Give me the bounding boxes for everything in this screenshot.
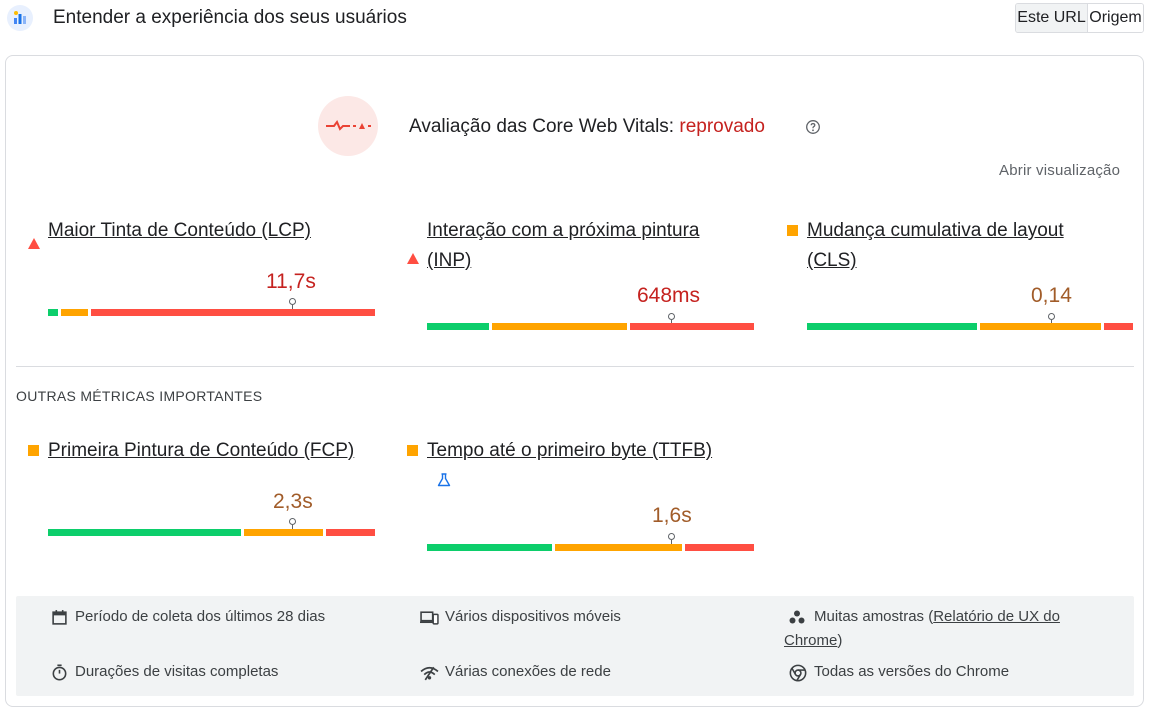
metric-cls-distribution-bar bbox=[807, 323, 1133, 330]
distribution-segment-ni bbox=[554, 544, 683, 551]
metric-fcp-value: 2,3s bbox=[273, 490, 313, 513]
metric-ttfb-link[interactable]: Tempo até o primeiro byte (TTFB) bbox=[427, 436, 712, 466]
distribution-segment-good bbox=[48, 529, 242, 536]
metric-lcp-link[interactable]: Maior Tinta de Conteúdo (LCP) bbox=[48, 216, 311, 246]
metric-cls: Mudança cumulativa de layout (CLS) 0,14 bbox=[807, 216, 1137, 336]
origin-button[interactable]: Origem bbox=[1088, 4, 1143, 32]
other-metrics-title: OUTRAS MÉTRICAS IMPORTANTES bbox=[16, 388, 263, 404]
page-header: Entender a experiência dos seus usuários… bbox=[0, 0, 1149, 40]
footer-collection-period: Período de coleta dos últimos 28 dias bbox=[51, 605, 381, 629]
distribution-segment-good bbox=[807, 323, 977, 330]
footer-chrome-versions: Todas as versões do Chrome bbox=[789, 660, 1119, 684]
metric-fcp-distribution-bar bbox=[48, 529, 375, 536]
crux-logo-icon bbox=[7, 5, 33, 31]
metric-lcp-value: 11,7s bbox=[266, 270, 316, 293]
assessment-status: reprovado bbox=[679, 116, 765, 137]
distribution-segment-ni bbox=[979, 323, 1101, 330]
footer-visit-durations: Durações de visitas completas bbox=[51, 660, 381, 684]
page-title: Entender a experiência dos seus usuários bbox=[53, 7, 407, 28]
triangle-red-icon bbox=[28, 238, 40, 249]
data-summary-footer: Período de coleta dos últimos 28 dias Vá… bbox=[16, 596, 1134, 696]
footer-network: Várias conexões de rede bbox=[420, 660, 750, 684]
help-icon[interactable] bbox=[805, 119, 821, 135]
calendar-icon bbox=[52, 610, 67, 625]
stopwatch-icon bbox=[52, 664, 67, 681]
metric-inp-link[interactable]: Interação com a próxima pintura (INP) bbox=[427, 216, 732, 276]
metric-ttfb: Tempo até o primeiro byte (TTFB) 1,6s bbox=[427, 436, 757, 556]
cwv-card: Avaliação das Core Web Vitals: reprovado… bbox=[5, 55, 1144, 707]
metric-inp-distribution-bar bbox=[427, 323, 754, 330]
metric-fcp-link[interactable]: Primeira Pintura de Conteúdo (FCP) bbox=[48, 436, 354, 466]
distribution-segment-poor bbox=[90, 309, 375, 316]
footer-devices: Vários dispositivos móveis bbox=[420, 605, 750, 629]
distribution-segment-ni bbox=[244, 529, 323, 536]
scope-toggle: Este URL Origem bbox=[1015, 3, 1144, 33]
distribution-segment-good bbox=[48, 309, 59, 316]
metric-cls-link[interactable]: Mudança cumulativa de layout (CLS) bbox=[807, 216, 1107, 276]
square-orange-icon bbox=[407, 445, 418, 456]
metric-inp-value: 648ms bbox=[637, 284, 701, 307]
distribution-segment-poor bbox=[629, 323, 754, 330]
distribution-segment-ni bbox=[492, 323, 627, 330]
distribution-segment-poor bbox=[1103, 323, 1133, 330]
experimental-flask-icon bbox=[436, 472, 452, 488]
distribution-segment-poor bbox=[325, 529, 375, 536]
distribution-segment-ni bbox=[61, 309, 88, 316]
section-divider bbox=[16, 366, 1134, 367]
devices-icon bbox=[420, 611, 439, 625]
distribution-segment-good bbox=[427, 544, 552, 551]
metric-fcp: Primeira Pintura de Conteúdo (FCP) 2,3s bbox=[48, 436, 378, 546]
metric-cls-value: 0,14 bbox=[1031, 284, 1072, 307]
metric-inp: Interação com a próxima pintura (INP) 64… bbox=[427, 216, 757, 336]
metric-ttfb-distribution-bar bbox=[427, 544, 754, 551]
assessment-heading: Avaliação das Core Web Vitals: reprovado bbox=[409, 116, 765, 138]
chrome-icon bbox=[789, 664, 807, 682]
metric-ttfb-value: 1,6s bbox=[652, 504, 692, 527]
square-orange-icon bbox=[787, 225, 798, 236]
metric-lcp: Maior Tinta de Conteúdo (LCP) 11,7s bbox=[48, 216, 378, 326]
network-icon bbox=[420, 666, 439, 681]
samples-icon bbox=[789, 610, 805, 624]
footer-samples: Muitas amostras (Relatório de UX do Chro… bbox=[784, 608, 1060, 649]
square-orange-icon bbox=[28, 445, 39, 456]
assessment-label: Avaliação das Core Web Vitals: bbox=[409, 116, 675, 137]
distribution-segment-good bbox=[427, 323, 490, 330]
this-url-button[interactable]: Este URL bbox=[1016, 4, 1088, 32]
failed-assessment-icon bbox=[318, 96, 378, 156]
open-visualization-link[interactable]: Abrir visualização bbox=[999, 162, 1120, 179]
distribution-segment-poor bbox=[685, 544, 754, 551]
metric-lcp-distribution-bar bbox=[48, 309, 375, 316]
triangle-red-icon bbox=[407, 253, 419, 264]
